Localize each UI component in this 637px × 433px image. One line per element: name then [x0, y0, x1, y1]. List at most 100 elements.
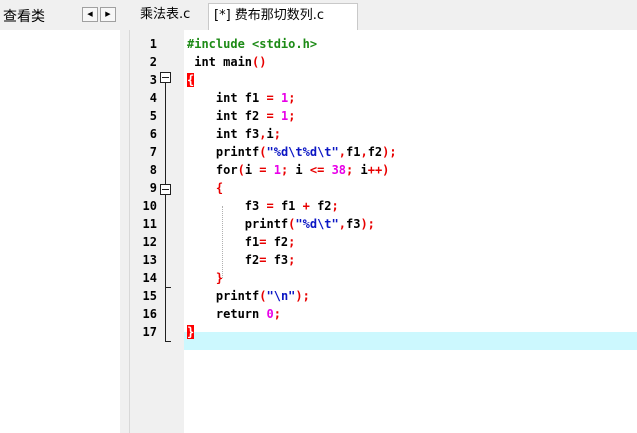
- code-token: ": [331, 145, 339, 159]
- line-number: 4: [149, 91, 157, 105]
- line-number: 16: [142, 307, 157, 321]
- code-token: int: [187, 109, 238, 123]
- code-token: ;: [331, 199, 339, 213]
- code-token: ;: [288, 91, 296, 105]
- code-token: int: [187, 127, 238, 141]
- code-token: f1: [187, 235, 260, 249]
- tab-fibonacci[interactable]: [*] 费布那切数列.c: [208, 3, 358, 30]
- code-token: i: [266, 127, 274, 141]
- code-line[interactable]: printf("%d\t",f3);: [187, 215, 375, 233]
- fold-end-for: [165, 287, 171, 288]
- line-number: 17: [142, 325, 157, 339]
- line-number: 1: [149, 37, 157, 51]
- line-number: 10: [142, 199, 157, 213]
- code-token: i: [288, 163, 310, 177]
- code-token: \t: [317, 217, 332, 231]
- code-line[interactable]: printf("\n");: [187, 287, 310, 305]
- fold-toggle-for[interactable]: [160, 184, 171, 195]
- code-token: \t: [288, 145, 303, 159]
- code-token: (): [252, 55, 267, 69]
- code-line[interactable]: printf("%d\t%d\t",f1,f2);: [187, 143, 397, 161]
- line-number: 9: [149, 181, 157, 195]
- code-token: printf: [187, 217, 289, 231]
- code-token: ;: [273, 307, 281, 321]
- code-line[interactable]: f1= f2;: [187, 233, 296, 251]
- code-token: 0: [266, 307, 274, 321]
- code-token: ,: [338, 217, 346, 231]
- code-token: %d: [302, 217, 318, 231]
- line-number: 6: [149, 127, 157, 141]
- code-token: f2: [187, 253, 260, 267]
- code-token: f1: [237, 91, 267, 105]
- code-token: f2: [237, 109, 267, 123]
- code-token: printf: [187, 289, 260, 303]
- code-line[interactable]: {: [187, 71, 195, 89]
- top-bar: 查看类 ◀ ▶ 乘法表.c [*] 费布那切数列.c: [0, 0, 637, 30]
- code-token: ++): [367, 163, 390, 177]
- code-token: ": [266, 145, 274, 159]
- code-token: printf: [187, 145, 260, 159]
- code-token: f2: [367, 145, 383, 159]
- fold-toggle-main[interactable]: [160, 72, 171, 83]
- code-token: ,: [338, 145, 346, 159]
- code-token: );: [382, 145, 397, 159]
- code-token: i: [353, 163, 368, 177]
- code-line[interactable]: }: [187, 269, 223, 287]
- code-token: return: [187, 307, 260, 321]
- line-number: 3: [149, 73, 157, 87]
- code-token: ;: [288, 109, 296, 123]
- code-token: =: [266, 199, 274, 213]
- code-line[interactable]: int f1 = 1;: [187, 89, 296, 107]
- code-token: +: [302, 199, 310, 213]
- code-line[interactable]: f2= f3;: [187, 251, 296, 269]
- code-line[interactable]: int main(): [187, 53, 266, 71]
- code-line[interactable]: f3 = f1 + f2;: [187, 197, 339, 215]
- line-number: 13: [142, 253, 157, 267]
- class-browser-panel[interactable]: [0, 30, 120, 433]
- code-token: 38: [331, 163, 347, 177]
- code-line[interactable]: int f3,i;: [187, 125, 281, 143]
- code-token: f1: [346, 145, 361, 159]
- code-token: %d: [273, 145, 289, 159]
- code-token: {: [187, 181, 224, 195]
- code-line[interactable]: return 0;: [187, 305, 281, 323]
- code-token: ;: [273, 127, 281, 141]
- code-token: =: [266, 91, 274, 105]
- code-token: <=: [309, 163, 325, 177]
- code-line[interactable]: {: [187, 179, 223, 197]
- code-token: \t: [317, 145, 332, 159]
- code-token: ,: [259, 127, 267, 141]
- code-token: =: [266, 109, 274, 123]
- tab-multiplication-table[interactable]: 乘法表.c: [135, 3, 208, 30]
- code-token: }: [187, 325, 195, 339]
- tab-scroll-left-button[interactable]: ◀: [82, 7, 98, 22]
- code-token: main: [215, 55, 253, 69]
- fold-end-main: [165, 341, 171, 342]
- code-token: ;: [288, 253, 296, 267]
- code-line[interactable]: #include <stdio.h>: [187, 35, 317, 53]
- line-number: 5: [149, 109, 157, 123]
- code-token: f1: [273, 199, 303, 213]
- class-browser-label[interactable]: 查看类: [3, 6, 45, 26]
- line-number: 15: [142, 289, 157, 303]
- code-token: i: [244, 163, 260, 177]
- line-number: 11: [142, 217, 157, 231]
- panel-splitter[interactable]: [120, 30, 129, 433]
- tab-scroll-right-button[interactable]: ▶: [100, 7, 116, 22]
- code-token: 1: [273, 163, 281, 177]
- code-token: );: [360, 217, 375, 231]
- code-line[interactable]: int f2 = 1;: [187, 107, 296, 125]
- code-token: }: [187, 271, 224, 285]
- code-token: ": [295, 217, 303, 231]
- code-token: f2: [309, 199, 332, 213]
- code-line[interactable]: }: [187, 323, 195, 341]
- line-number: 2: [149, 55, 157, 69]
- code-line[interactable]: for(i = 1; i <= 38; i++): [187, 161, 390, 179]
- code-token: for: [187, 163, 238, 177]
- line-number: 12: [142, 235, 157, 249]
- code-token: =: [259, 163, 267, 177]
- fold-line-main: [165, 83, 166, 342]
